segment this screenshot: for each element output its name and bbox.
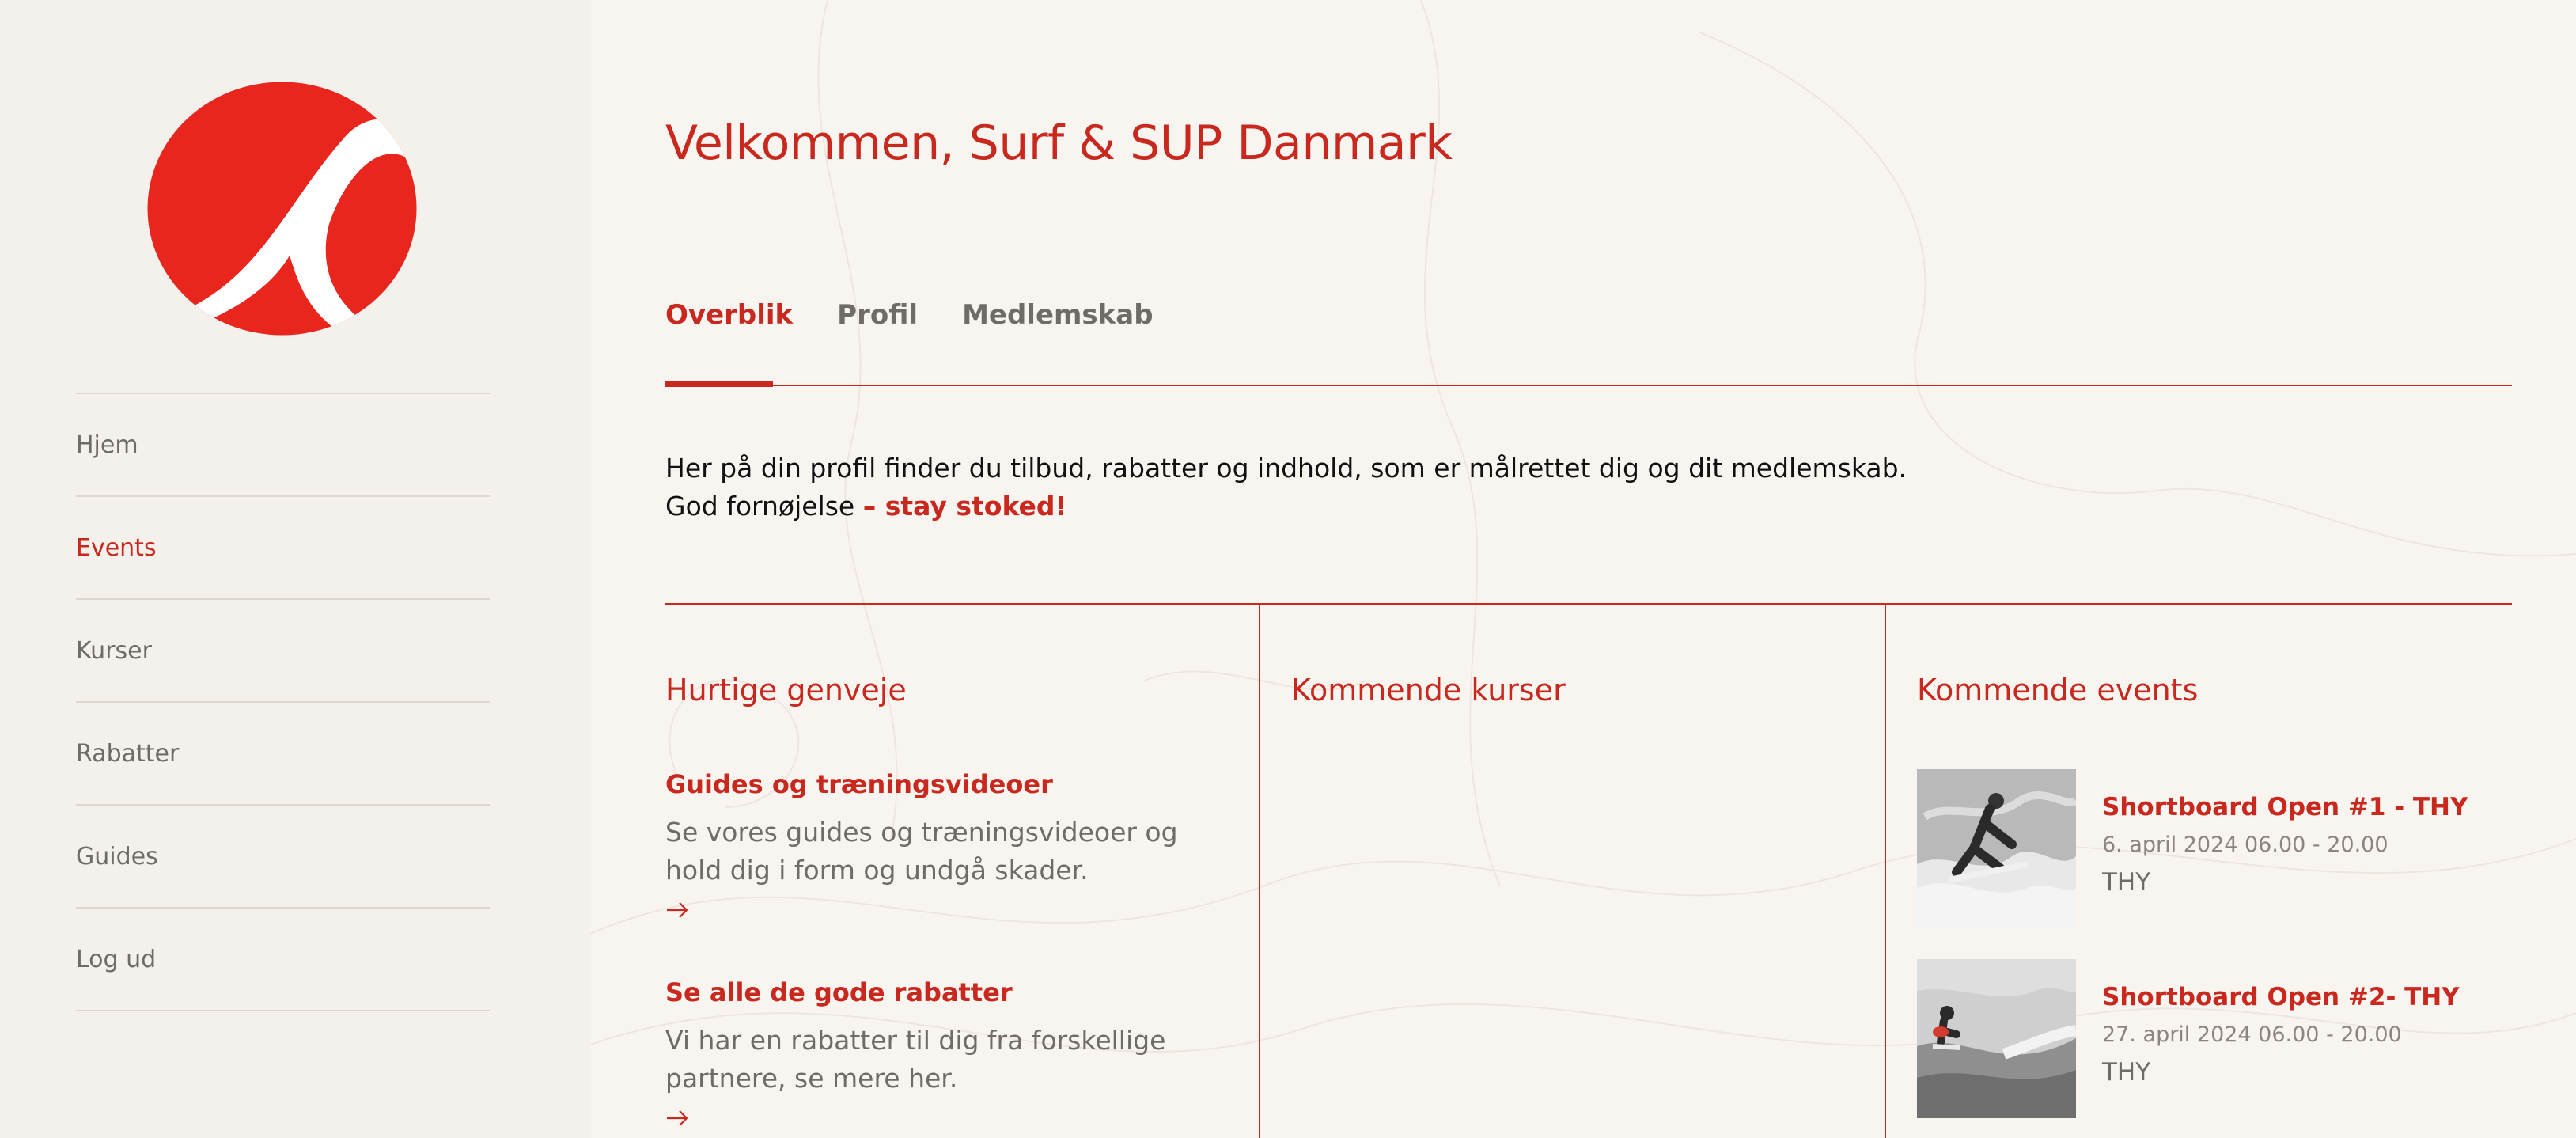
profile-tabs: Overblik Profil Medlemskab [665,299,1198,331]
active-tab-indicator [665,381,773,387]
sidebar-item-hjem[interactable]: Hjem [76,394,490,497]
sidebar-item-kurser[interactable]: Kurser [76,600,490,703]
intro-emphasis: – stay stoked! [862,491,1067,522]
intro-text: Her på din profil finder du tilbud, raba… [665,450,1931,525]
event-date: 6. april 2024 06.00 - 20.00 [2102,833,2388,857]
column-divider [1259,603,1260,1138]
columns-top-divider [665,603,2512,605]
events-heading: Kommende events [1917,673,2199,707]
shortcut-rabatter: Se alle de gode rabatter Vi har en rabat… [665,977,1235,1128]
event-location: THY [2102,1058,2151,1087]
event-date: 27. april 2024 06.00 - 20.00 [2102,1022,2402,1047]
courses-heading: Kommende kurser [1291,673,1566,707]
sidebar-item-guides[interactable]: Guides [76,806,490,909]
shortcut-guides: Guides og træningsvideoer Se vores guide… [665,769,1235,920]
event-card: Shortboard Open #1 - THY 6. april 2024 0… [1917,769,2468,928]
event-thumbnail[interactable] [1917,959,2076,1118]
brand-logo[interactable] [147,82,417,336]
tabs-divider [665,385,2512,386]
shortcut-rabatter-link[interactable]: Se alle de gode rabatter [665,977,1235,1007]
event-info: Shortboard Open #2- THY 27. april 2024 0… [2102,959,2460,1118]
shortcut-guides-description: Se vores guides og træningsvideoer og ho… [665,817,1178,886]
intro-body: Her på din profil finder du tilbud, raba… [665,453,1907,522]
column-divider [1885,603,1886,1138]
sidebar-nav: Hjem Events Kurser Rabatter Guides Log u… [76,393,490,1011]
shortcut-rabatter-description: Vi har en rabatter til dig fra forskelli… [665,1025,1166,1094]
arrow-right-icon[interactable] [665,1109,689,1128]
event-title-link[interactable]: Shortboard Open #1 - THY [2102,793,2468,821]
tab-profil[interactable]: Profil [837,299,918,331]
event-card: Shortboard Open #2- THY 27. april 2024 0… [1917,959,2460,1118]
shortcut-guides-link[interactable]: Guides og træningsvideoer [665,769,1235,799]
main-content: Velkommen, Surf & SUP Danmark Overblik P… [590,0,2576,1138]
tab-overblik[interactable]: Overblik [665,299,793,331]
sidebar-item-events[interactable]: Events [76,497,490,600]
tab-medlemskab[interactable]: Medlemskab [962,299,1154,331]
shortcuts-heading: Hurtige genveje [665,673,907,707]
event-thumbnail[interactable] [1917,769,2076,928]
event-location: THY [2102,868,2151,897]
event-info: Shortboard Open #1 - THY 6. april 2024 0… [2102,769,2468,928]
sidebar-item-rabatter[interactable]: Rabatter [76,703,490,806]
arrow-right-icon[interactable] [665,901,689,920]
sidebar: Hjem Events Kurser Rabatter Guides Log u… [0,0,590,1138]
page-title: Velkommen, Surf & SUP Danmark [665,116,1453,171]
sidebar-item-log-ud[interactable]: Log ud [76,909,490,1011]
event-title-link[interactable]: Shortboard Open #2- THY [2102,983,2460,1011]
